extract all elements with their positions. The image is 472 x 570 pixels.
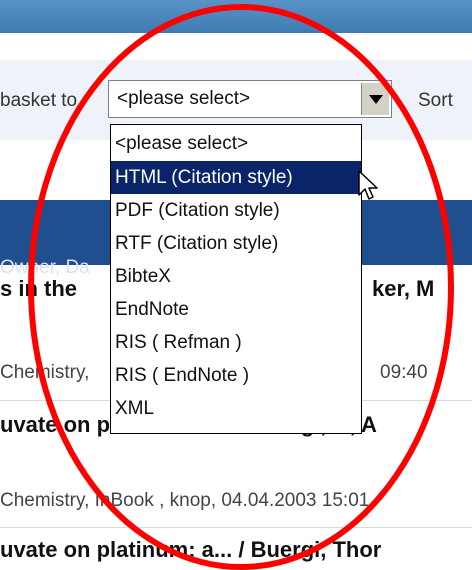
dropdown-option[interactable]: RIS ( Refman ) bbox=[111, 326, 361, 359]
dropdown-option[interactable]: RTF (Citation style) bbox=[111, 227, 361, 260]
sort-label: Sort bbox=[418, 90, 453, 111]
result-title[interactable]: uvate on platinum: a... / Buergi, Thor bbox=[0, 537, 381, 563]
result-meta: Chemistry, bbox=[0, 362, 90, 383]
chevron-down-icon bbox=[368, 94, 383, 104]
dropdown-option[interactable]: XML bbox=[111, 392, 361, 425]
dropdown-option[interactable]: RIS ( EndNote ) bbox=[111, 359, 361, 392]
dropdown-option-highlighted[interactable]: HTML (Citation style) bbox=[111, 161, 361, 194]
header-bar bbox=[0, 0, 472, 33]
result-meta-time: 09:40 bbox=[380, 362, 428, 383]
row-divider bbox=[0, 527, 472, 528]
result-meta: Chemistry, InBook , knop, 04.04.2003 15:… bbox=[0, 490, 370, 511]
export-format-select[interactable]: <please select> bbox=[108, 80, 392, 118]
dropdown-option[interactable]: PDF (Citation style) bbox=[111, 194, 361, 227]
dropdown-option[interactable]: EndNote bbox=[111, 293, 361, 326]
dropdown-option[interactable]: <please select> bbox=[111, 127, 361, 160]
dropdown-option[interactable]: BibteX bbox=[111, 260, 361, 293]
dropdown-arrow-button[interactable] bbox=[361, 83, 389, 115]
select-value: <please select> bbox=[117, 88, 251, 109]
result-authors[interactable]: ker, M bbox=[372, 276, 434, 302]
mouse-pointer-icon bbox=[358, 170, 378, 200]
result-title[interactable]: s in the bbox=[0, 276, 77, 302]
basket-label: basket to bbox=[0, 90, 78, 111]
export-format-dropdown[interactable]: <please select> HTML (Citation style) PD… bbox=[110, 124, 362, 434]
